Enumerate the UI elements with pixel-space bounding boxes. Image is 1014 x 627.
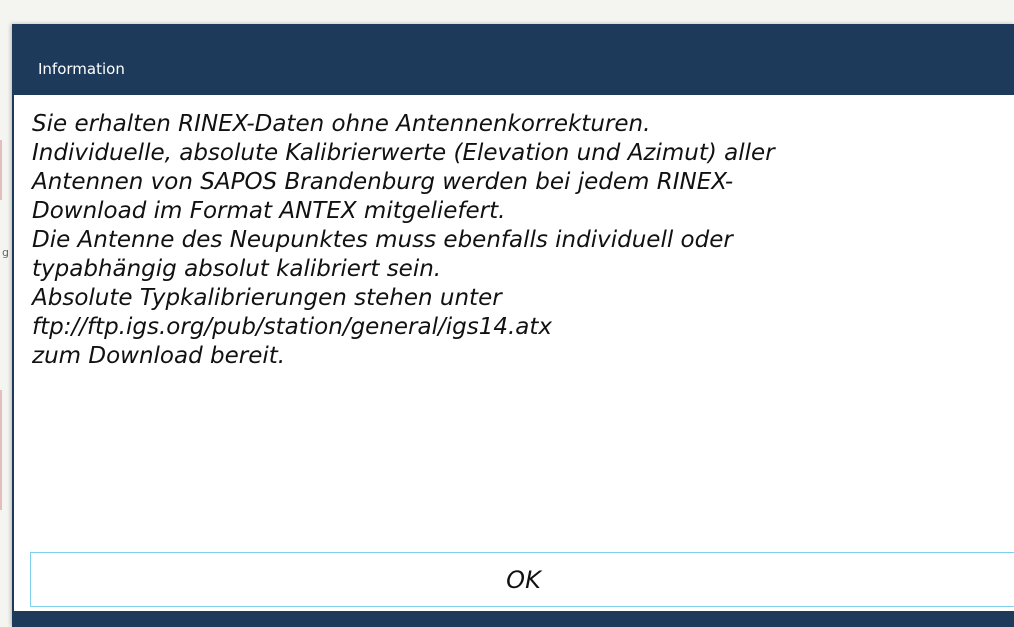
ok-button[interactable]: OK (30, 552, 1014, 607)
message-line: typabhängig absolut kalibriert sein. (32, 256, 442, 282)
message-line: Antennen von SAPOS Brandenburg werden be… (32, 169, 734, 195)
message-line: Download im Format ANTEX mitgeliefert. (32, 198, 506, 224)
map-label-fragment: g (2, 246, 9, 259)
message-line: Absolute Typkalibrierungen stehen unter (32, 285, 502, 311)
dialog-message: Sie erhalten RINEX-Daten ohne Antennenko… (32, 110, 992, 371)
dialog-title: Information (38, 60, 125, 78)
message-line: Die Antenne des Neupunktes muss ebenfall… (32, 227, 733, 253)
information-dialog: Information Sie erhalten RINEX-Daten ohn… (12, 24, 1014, 627)
message-line-link: ftp://ftp.igs.org/pub/station/general/ig… (32, 314, 553, 340)
message-line: Sie erhalten RINEX-Daten ohne Antennenko… (32, 111, 651, 137)
message-line: zum Download bereit. (32, 343, 286, 369)
message-line: Individuelle, absolute Kalibrierwerte (E… (32, 140, 775, 166)
dialog-titlebar: Information (14, 24, 1014, 95)
dialog-bottom-bar (14, 611, 1014, 627)
